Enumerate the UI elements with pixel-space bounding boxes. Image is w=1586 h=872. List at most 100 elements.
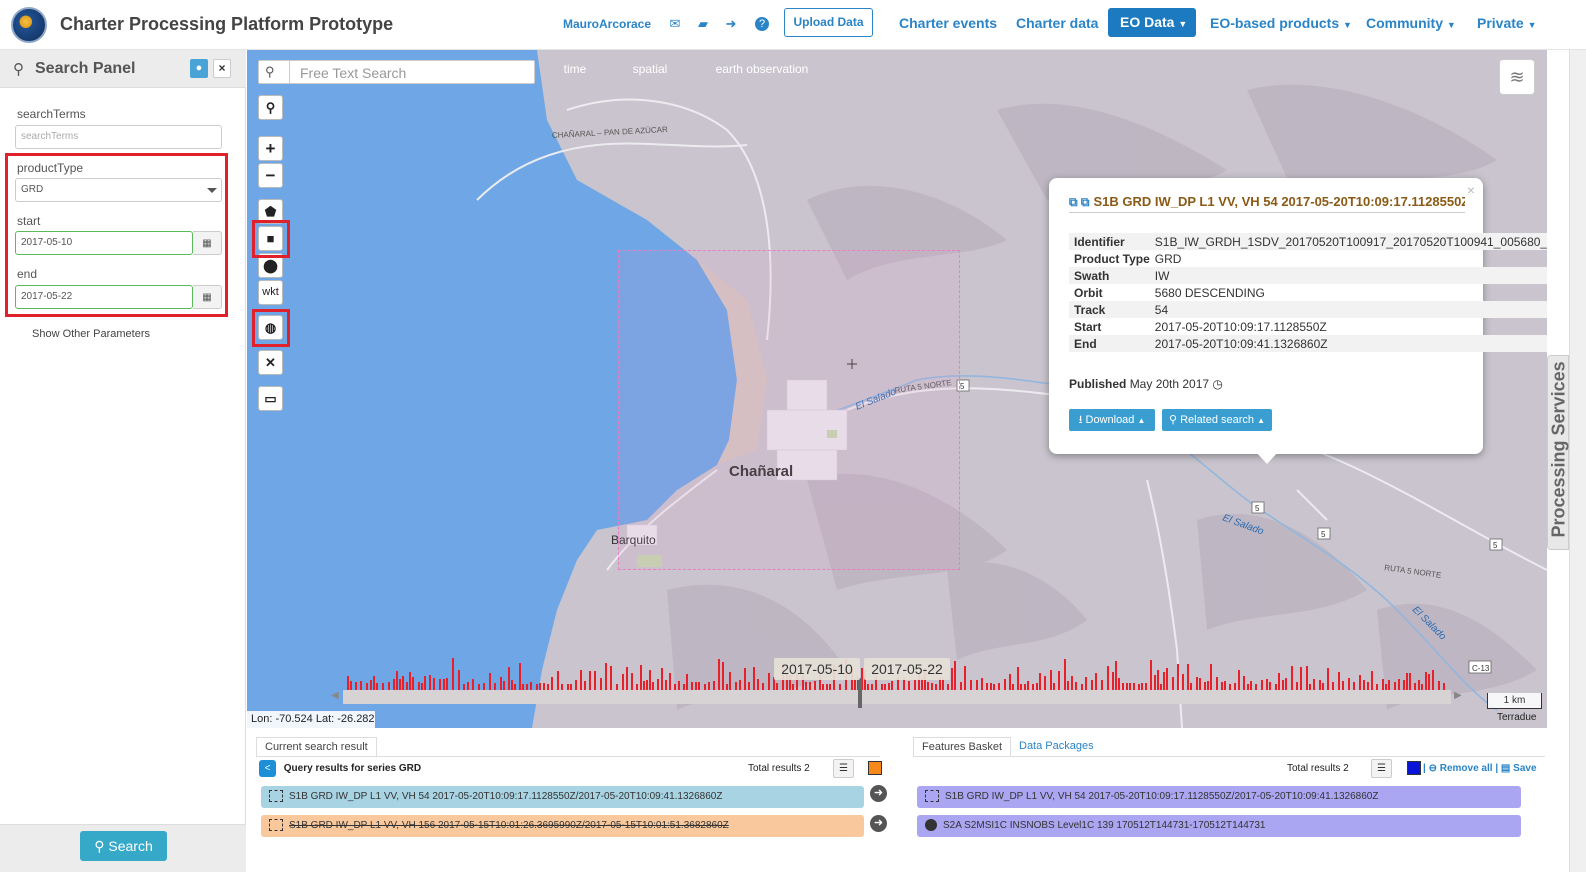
published-date: Published May 20th 2017 ◷: [1069, 377, 1223, 391]
zoom-out-button[interactable]: −: [258, 163, 283, 188]
result-title: S1B GRD IW_DP L1 VV, VH 54 2017-05-20T10…: [289, 791, 723, 802]
remove-all-link[interactable]: ⊖ Remove all: [1429, 763, 1493, 774]
timeline-bar: [1107, 666, 1109, 690]
download-button[interactable]: ⭳ Download ▲: [1069, 409, 1155, 431]
nav-charter-data[interactable]: Charter data: [1016, 15, 1098, 31]
timeline-bar: [539, 683, 541, 690]
page-scrollbar[interactable]: [1569, 50, 1586, 872]
free-text-search-input[interactable]: Free Text Search: [300, 65, 406, 81]
free-text-search[interactable]: ⚲ Free Text Search: [258, 60, 535, 84]
clock-icon: ◷: [1212, 377, 1223, 391]
arrow-right-icon[interactable]: ➜: [870, 815, 887, 832]
timeline-bar: [458, 670, 460, 690]
tag-earth-observation[interactable]: earth observation: [696, 60, 828, 78]
timeline-bar: [388, 682, 390, 690]
timeline-handle[interactable]: [858, 678, 862, 708]
upload-data-button[interactable]: Upload Data: [784, 8, 873, 37]
timeline-bar: [1154, 675, 1156, 690]
property-value: 54: [1154, 302, 1169, 317]
timeline-bar: [1112, 672, 1114, 690]
timeline-bar: [646, 680, 648, 690]
timeline-left-arrow[interactable]: ◀: [331, 690, 339, 701]
ruler-icon[interactable]: ▭: [258, 386, 283, 411]
external-link-icon[interactable]: ⧉ ⧉: [1069, 195, 1089, 209]
fullscreen-icon[interactable]: ✕: [258, 350, 283, 375]
share-icon[interactable]: <: [259, 759, 276, 777]
sign-out-icon[interactable]: ➜: [723, 16, 739, 32]
timeline-bar: [1250, 681, 1252, 690]
arrow-right-icon[interactable]: ➜: [870, 785, 887, 802]
color-swatch[interactable]: [868, 761, 882, 775]
list-item[interactable]: S1B GRD IW_DP L1 VV, VH 54 2017-05-20T10…: [261, 786, 864, 808]
nav-community[interactable]: Community ▼: [1366, 15, 1456, 31]
property-value: 5680 DESCENDING: [1154, 285, 1265, 300]
list-item[interactable]: S2A S2MSI1C INSNOBS Level1C 139 170512T1…: [917, 815, 1521, 837]
show-other-parameters-link[interactable]: Show Other Parameters: [32, 328, 150, 340]
timeline-bar: [1039, 673, 1041, 690]
timeline-bar: [452, 658, 454, 690]
tab-current-search-result[interactable]: Current search result: [256, 737, 377, 757]
timeline-bar: [409, 672, 411, 690]
user-link[interactable]: MauroArcorace: [563, 17, 651, 31]
map-label-road: CHAÑARAL – PAN DE AZÚCAR: [552, 125, 669, 140]
color-swatch[interactable]: [1407, 761, 1421, 775]
area-of-interest-rectangle[interactable]: [618, 250, 960, 570]
tab-features-basket[interactable]: Features Basket: [913, 737, 1012, 757]
popup-title[interactable]: ⧉ ⧉ S1B GRD IW_DP L1 VV, VH 54 2017-05-20…: [1069, 194, 1465, 213]
processing-services-tab[interactable]: Processing Services: [1547, 355, 1569, 550]
timeline-track[interactable]: [343, 690, 1451, 704]
timeline-bar: [543, 683, 545, 690]
save-link[interactable]: ▤ Save: [1501, 763, 1537, 774]
timeline-bar: [1425, 672, 1427, 690]
envelope-icon[interactable]: ✉: [667, 16, 683, 32]
timeline-bar: [1342, 681, 1344, 690]
timeline-bar: [1269, 682, 1271, 690]
list-item[interactable]: S1B GRD IW_DP L1 VV, VH 156 2017-05-15T1…: [261, 815, 864, 837]
tab-data-packages[interactable]: Data Packages: [1011, 737, 1102, 757]
timeline-bar: [1210, 664, 1212, 690]
list-view-icon[interactable]: ☰: [833, 759, 854, 778]
timeline-bar: [631, 673, 633, 690]
tag-time[interactable]: time: [546, 60, 604, 78]
wkt-button[interactable]: wkt: [258, 280, 283, 305]
timeline-bar: [418, 682, 420, 690]
nav-private[interactable]: Private ▼: [1477, 15, 1537, 31]
property-key: Product Type: [1074, 251, 1150, 266]
pin-icon[interactable]: ●: [190, 59, 208, 78]
search-terms-input[interactable]: searchTerms: [15, 125, 222, 149]
timeline-bar: [643, 681, 645, 690]
zoom-in-button[interactable]: +: [258, 136, 283, 161]
timeline-bar: [768, 673, 770, 690]
timeline-bar: [986, 683, 988, 690]
map-search-icon[interactable]: ⚲: [258, 95, 283, 120]
timeline-bar: [1291, 666, 1293, 690]
results-tabs: Current search result: [256, 737, 876, 757]
table-row: Start 2017-05-20T10:09:17.1128550Z: [1069, 318, 1547, 335]
close-icon[interactable]: ×: [1467, 182, 1475, 198]
search-button[interactable]: ⚲ Search: [80, 831, 167, 861]
nav-eo-data[interactable]: EO Data ▼: [1108, 8, 1196, 37]
help-icon[interactable]: ?: [755, 17, 769, 31]
app-title[interactable]: Charter Processing Platform Prototype: [60, 14, 393, 35]
timeline-bar: [960, 682, 962, 690]
close-icon[interactable]: ×: [213, 59, 231, 78]
list-item[interactable]: S1B GRD IW_DP L1 VV, VH 54 2017-05-20T10…: [917, 786, 1521, 808]
charter-logo[interactable]: [11, 7, 47, 43]
layers-icon[interactable]: ≋: [1499, 59, 1535, 95]
timeline-right-arrow[interactable]: ▶: [1454, 690, 1462, 701]
related-search-button[interactable]: ⚲ Related search ▲: [1162, 409, 1272, 431]
divider: [289, 61, 290, 83]
nav-charter-events[interactable]: Charter events: [899, 15, 997, 31]
timeline[interactable]: ◀ ▶ 2017-05-10 2017-05-22: [247, 650, 1547, 710]
map-view[interactable]: Chañaral Barquito El Salado El Salado El…: [247, 50, 1547, 728]
timeline-bar: [1348, 678, 1350, 690]
timeline-bar: [976, 680, 978, 690]
timeline-bar: [814, 681, 816, 690]
timeline-bar: [1075, 682, 1077, 690]
list-view-icon[interactable]: ☰: [1371, 759, 1392, 778]
book-icon[interactable]: ▰: [695, 16, 711, 32]
timeline-bar: [678, 681, 680, 690]
tag-spatial[interactable]: spatial: [615, 60, 685, 78]
timeline-bar: [396, 671, 398, 690]
nav-eo-based-products[interactable]: EO-based products ▼: [1210, 15, 1352, 31]
